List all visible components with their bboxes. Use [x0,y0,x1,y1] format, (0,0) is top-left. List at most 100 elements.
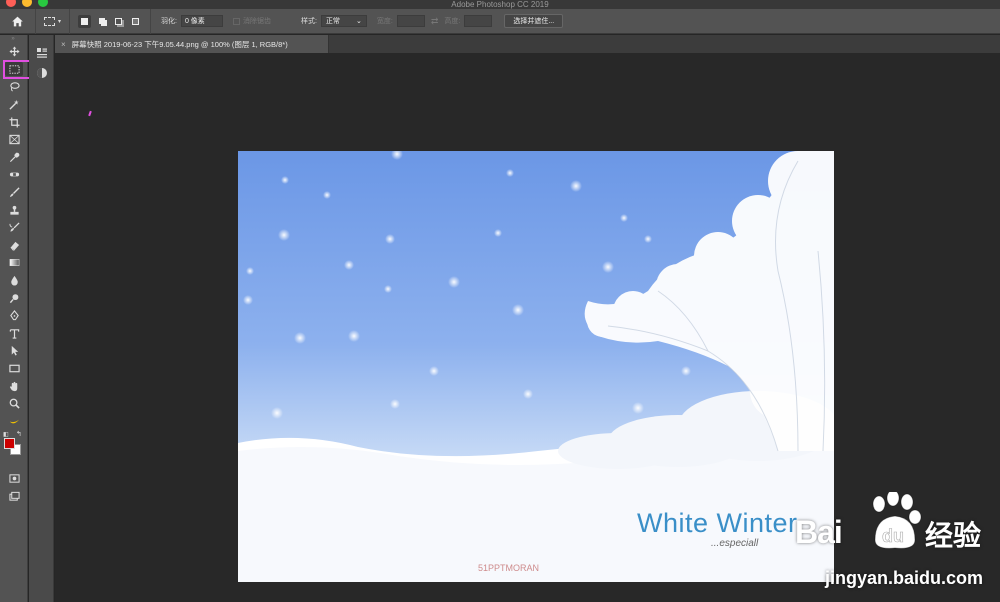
type-icon [9,329,19,339]
screen-mode-button[interactable] [0,488,28,506]
move-tool[interactable] [0,43,28,61]
color-swatches: ◧ ↰ [0,430,28,470]
quick-mask-icon [8,474,20,484]
add-to-selection-mode[interactable] [95,15,108,28]
checkbox-icon [232,17,240,25]
antialias-checkbox[interactable]: 消除锯齿 [223,16,271,26]
adjustments-icon [36,68,47,78]
document-tab[interactable]: × 屏幕快照 2019-06-23 下午9.05.44.png @ 100% (… [55,35,329,53]
stray-mark [88,110,92,117]
close-tab-icon[interactable]: × [61,40,66,49]
intersect-selection-icon [132,17,139,25]
properties-icon [36,48,47,58]
stamp-icon [9,205,19,215]
image-subtitle-text: ...especiall [711,538,759,549]
magic-wand-tool[interactable] [0,96,28,114]
pen-tool[interactable] [0,307,28,325]
home-icon [12,16,23,26]
maximize-window-button[interactable] [38,0,48,7]
antialias-label: 消除锯齿 [242,18,271,25]
toolbox: » ◧ ↰ [0,35,34,602]
edit-toolbar[interactable] [0,412,28,430]
document-image[interactable]: White Winter ...especiall 51PPTMORAN [238,151,834,582]
blur-tool[interactable] [0,272,28,290]
style-select[interactable]: 正常 ⌄ [320,15,367,27]
marquee-preset-icon [43,16,55,26]
gradient-tool[interactable] [0,254,28,272]
spot-healing-tool[interactable] [0,166,28,184]
feather-input[interactable]: 0 像素 [180,15,223,27]
default-colors-icon[interactable]: ◧ [3,431,9,438]
intersect-selection-mode[interactable] [129,15,142,28]
brush-tool[interactable] [0,184,28,202]
baidu-jingyan-watermark: Bai du 经验 jingyan.baidu.com [795,492,1000,602]
history-brush-icon [8,222,20,232]
image-title-text: White Winter [637,508,798,538]
screen-mode-icon [8,491,20,501]
path-selection-tool[interactable] [0,342,28,360]
subtract-from-selection-mode[interactable] [112,15,125,28]
properties-panel-button[interactable] [29,43,54,63]
eraser-tool[interactable] [0,237,28,255]
eyedropper-tool[interactable] [0,149,28,167]
dodge-icon [9,293,18,303]
photoshop-window: Adobe Photoshop CC 2019 ▾ 羽化: 0 像素 消除锯齿 … [0,0,1000,602]
lasso-tool[interactable] [0,78,28,96]
zoom-tool[interactable] [0,395,28,413]
toolbox-grip[interactable]: » [0,35,27,43]
home-button[interactable] [0,8,36,34]
crop-icon [8,117,20,128]
eyedropper-icon [9,152,19,162]
arrow-pointer-icon [11,346,18,356]
hand-icon [9,381,17,391]
width-group: 宽度: [367,15,425,27]
chevron-down-icon: ▾ [57,18,61,25]
document-tab-bar: × 屏幕快照 2019-06-23 下午9.05.44.png @ 100% (… [55,35,1000,53]
rectangle-tool[interactable] [0,360,28,378]
crop-tool[interactable] [0,113,28,131]
minimize-window-button[interactable] [22,0,32,7]
width-input[interactable] [396,15,425,27]
history-brush-tool[interactable] [0,219,28,237]
bandage-icon [9,173,19,177]
close-window-button[interactable] [6,0,16,7]
hand-tool[interactable] [0,377,28,395]
chevron-down-icon: ⌄ [356,18,362,25]
baidu-jingyan-text: 经验 [925,520,982,551]
add-selection-icon [98,18,105,24]
feather-group: 羽化: 0 像素 [151,15,223,27]
style-group: 样式: 正常 ⌄ [271,15,367,27]
clone-stamp-tool[interactable] [0,201,28,219]
select-and-mask-button[interactable]: 选择并遮住... [504,14,564,28]
swap-dimensions-icon[interactable]: ⇄ [425,16,445,27]
pen-icon [9,310,19,321]
banana-icon [9,419,19,424]
height-input[interactable] [464,15,493,27]
lasso-icon [9,82,20,92]
tool-preset-picker[interactable]: ▾ [36,8,70,34]
window-title: Adobe Photoshop CC 2019 [451,0,549,9]
height-group: 高度: [444,15,493,27]
new-selection-mode[interactable] [78,14,91,28]
frame-tool[interactable] [0,131,28,149]
dodge-tool[interactable] [0,289,28,307]
quick-mask-button[interactable] [0,470,28,488]
adjustments-panel-button[interactable] [29,63,54,83]
document-tab-title: 屏幕快照 2019-06-23 下午9.05.44.png @ 100% (图层… [71,39,288,49]
gradient-icon [9,259,19,267]
eraser-icon [9,241,19,251]
feather-label: 羽化: [161,18,177,25]
baidu-paw-logo: du [872,492,922,549]
type-tool[interactable] [0,325,28,343]
rectangular-marquee-tool[interactable] [0,59,34,79]
rectangle-icon [8,364,20,373]
move-icon [8,46,20,57]
magic-wand-icon [8,99,19,110]
foreground-color-swatch[interactable] [4,438,15,450]
options-bar: ▾ 羽化: 0 像素 消除锯齿 样式: 正常 ⌄ 宽度: ⇄ 高度: 选择并遮住… [0,8,1000,34]
image-watermark-text: 51PPTMORAN [478,563,540,573]
new-selection-icon [81,17,88,25]
collapsed-panel-strip [29,35,54,602]
baidu-du-text: du [882,526,904,546]
swap-colors-icon[interactable]: ↰ [16,430,22,438]
